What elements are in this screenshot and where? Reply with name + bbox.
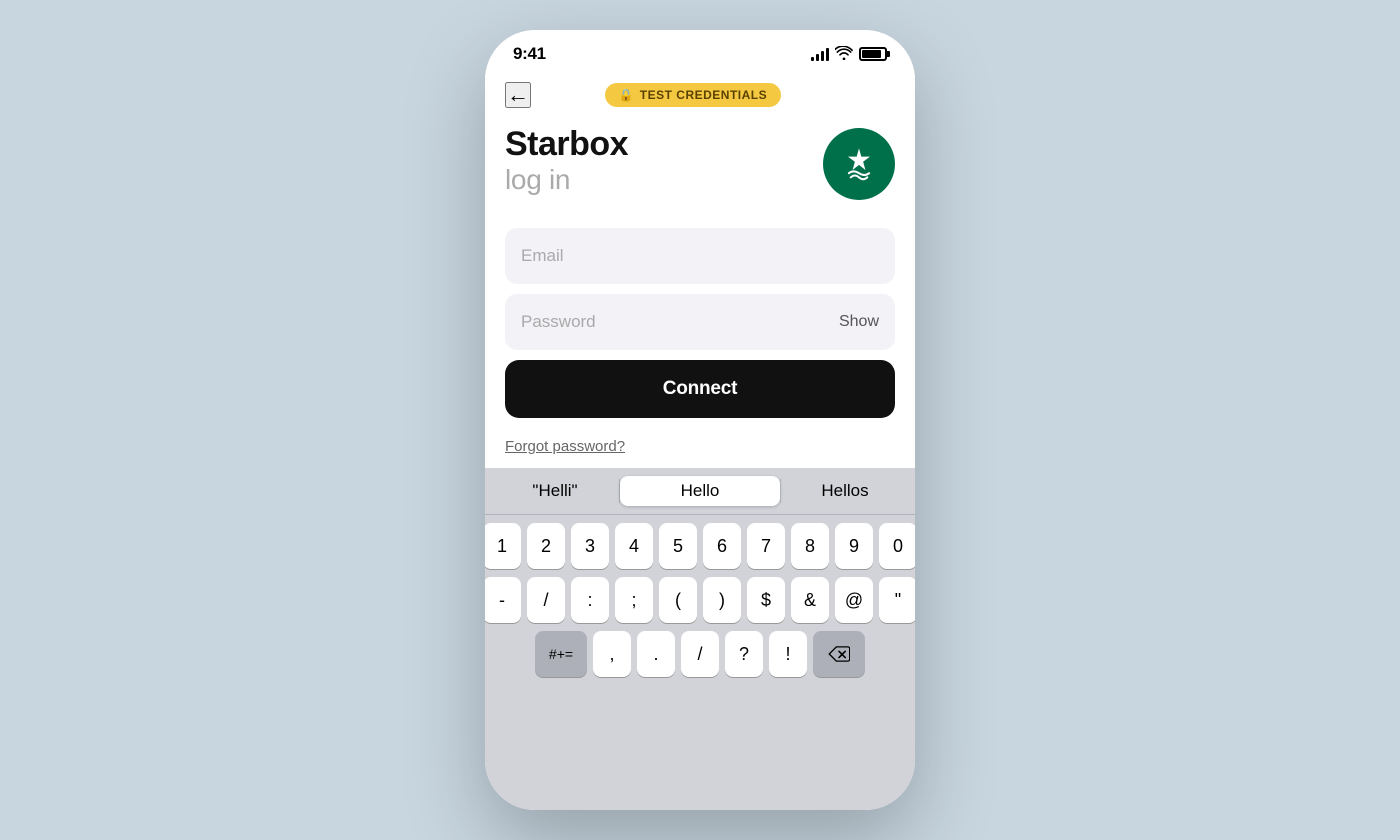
keyboard-row-numbers: 1 2 3 4 5 6 7 8 9 0: [491, 523, 909, 569]
key-3[interactable]: 3: [571, 523, 609, 569]
test-credentials-badge: 🔒 TEST CREDENTIALS: [605, 83, 781, 107]
header-section: Starbox log in: [485, 116, 915, 220]
key-6[interactable]: 6: [703, 523, 741, 569]
key-colon[interactable]: :: [571, 577, 609, 623]
key-dollar[interactable]: $: [747, 577, 785, 623]
key-8[interactable]: 8: [791, 523, 829, 569]
key-semicolon[interactable]: ;: [615, 577, 653, 623]
key-0[interactable]: 0: [879, 523, 915, 569]
key-question[interactable]: ?: [725, 631, 763, 677]
show-password-button[interactable]: Show: [831, 309, 879, 335]
signal-icon: [811, 47, 829, 61]
form-section: Show Connect: [485, 220, 915, 434]
key-slash[interactable]: /: [527, 577, 565, 623]
key-ampersand[interactable]: &: [791, 577, 829, 623]
key-4[interactable]: 4: [615, 523, 653, 569]
password-wrapper: Show: [505, 294, 895, 350]
predictive-word-2[interactable]: Hello: [620, 476, 780, 506]
keyboard-row-symbols: - / : ; ( ) $ & @ ": [491, 577, 909, 623]
header-titles: Starbox log in: [505, 126, 628, 197]
top-nav: ← 🔒 TEST CREDENTIALS: [485, 70, 915, 116]
key-at[interactable]: @: [835, 577, 873, 623]
wifi-icon: [835, 46, 853, 63]
connect-button[interactable]: Connect: [505, 360, 895, 418]
app-content: ← 🔒 TEST CREDENTIALS Starbox log in: [485, 70, 915, 810]
predictive-bar: "Helli" Hello Hellos: [485, 468, 915, 515]
status-bar: 9:41: [485, 30, 915, 70]
key-7[interactable]: 7: [747, 523, 785, 569]
back-button[interactable]: ←: [505, 82, 531, 108]
app-logo: [823, 128, 895, 200]
key-2[interactable]: 2: [527, 523, 565, 569]
status-icons: [811, 46, 887, 63]
app-subtitle: log in: [505, 163, 628, 197]
forgot-password-section: Forgot password?: [485, 434, 915, 468]
key-comma[interactable]: ,: [593, 631, 631, 677]
email-input[interactable]: [505, 228, 895, 284]
test-credentials-label: TEST CREDENTIALS: [640, 88, 767, 102]
status-time: 9:41: [513, 44, 546, 64]
key-5[interactable]: 5: [659, 523, 697, 569]
predictive-word-3[interactable]: Hellos: [781, 476, 909, 506]
key-open-paren[interactable]: (: [659, 577, 697, 623]
keyboard-row-special: #+= , . / ? !: [491, 631, 909, 677]
password-input[interactable]: [521, 294, 831, 350]
predictive-word-1[interactable]: "Helli": [491, 476, 619, 506]
forgot-password-link[interactable]: Forgot password?: [505, 438, 625, 455]
delete-key[interactable]: [813, 631, 865, 677]
key-close-paren[interactable]: ): [703, 577, 741, 623]
lock-icon: 🔒: [619, 88, 634, 102]
keyboard-section: "Helli" Hello Hellos 1 2 3 4 5 6 7 8: [485, 468, 915, 810]
battery-fill: [862, 50, 881, 58]
phone-frame: 9:41 ←: [485, 30, 915, 810]
key-1[interactable]: 1: [485, 523, 521, 569]
key-exclamation[interactable]: !: [769, 631, 807, 677]
key-forward-slash[interactable]: /: [681, 631, 719, 677]
battery-icon: [859, 47, 887, 61]
keyboard-rows: 1 2 3 4 5 6 7 8 9 0 - / : ; (: [485, 515, 915, 685]
key-more-symbols[interactable]: #+=: [535, 631, 587, 677]
key-9[interactable]: 9: [835, 523, 873, 569]
key-period[interactable]: .: [637, 631, 675, 677]
key-quote[interactable]: ": [879, 577, 915, 623]
app-title: Starbox: [505, 126, 628, 163]
key-dash[interactable]: -: [485, 577, 521, 623]
